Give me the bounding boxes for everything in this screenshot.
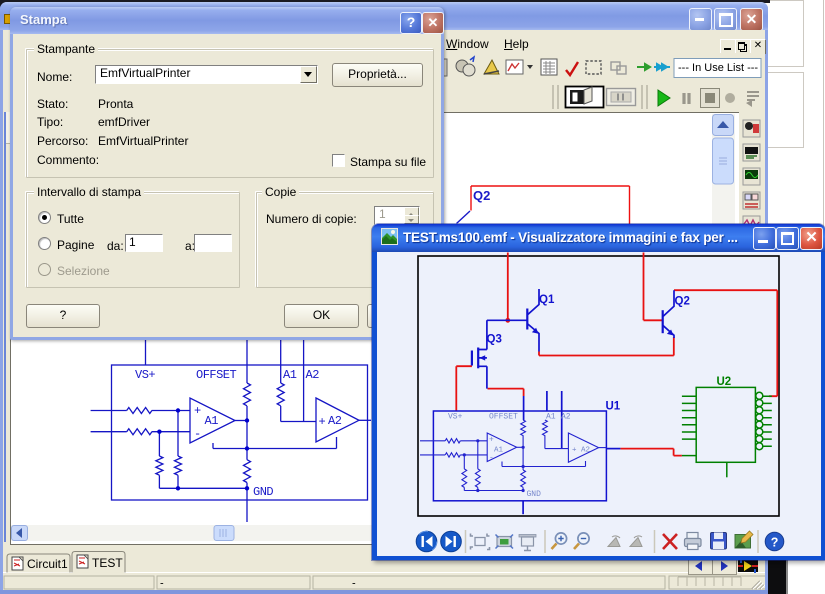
svg-text:-: - [352,578,356,590]
svg-text:?: ? [771,536,779,550]
svg-text:A2: A2 [561,413,571,422]
svg-text:OFFSET: OFFSET [196,368,237,382]
svg-text:A1: A1 [494,447,504,455]
svg-text:+: + [194,404,201,418]
svg-text:A2: A2 [328,414,342,428]
svg-text:GND: GND [527,490,542,499]
svg-text:--- In Use List ---: --- In Use List --- [678,62,758,74]
svg-text:-: - [489,454,494,463]
svg-text:A1: A1 [205,414,219,428]
svg-text:TEST: TEST [92,556,123,570]
svg-text:A1: A1 [546,413,556,422]
svg-text:+: + [319,415,326,429]
svg-text:U2: U2 [717,376,732,388]
svg-text:A2: A2 [306,368,320,382]
svg-text:U1: U1 [606,401,621,413]
svg-text:+ A2: + A2 [572,447,590,455]
svg-text:VS+: VS+ [135,368,155,382]
svg-text:A1: A1 [283,368,297,382]
svg-text:+: + [489,436,494,445]
svg-text:Q2: Q2 [675,296,690,308]
svg-text:Q2: Q2 [473,188,490,203]
svg-text:Circuit1: Circuit1 [27,557,68,571]
svg-text:OFFSET: OFFSET [489,413,518,422]
svg-text:-: - [194,427,201,441]
svg-text:-: - [160,578,164,590]
svg-text:VS+: VS+ [448,413,463,422]
svg-text:GND: GND [253,485,273,499]
svg-text:Q1: Q1 [539,294,555,306]
svg-text:Q3: Q3 [487,334,502,346]
